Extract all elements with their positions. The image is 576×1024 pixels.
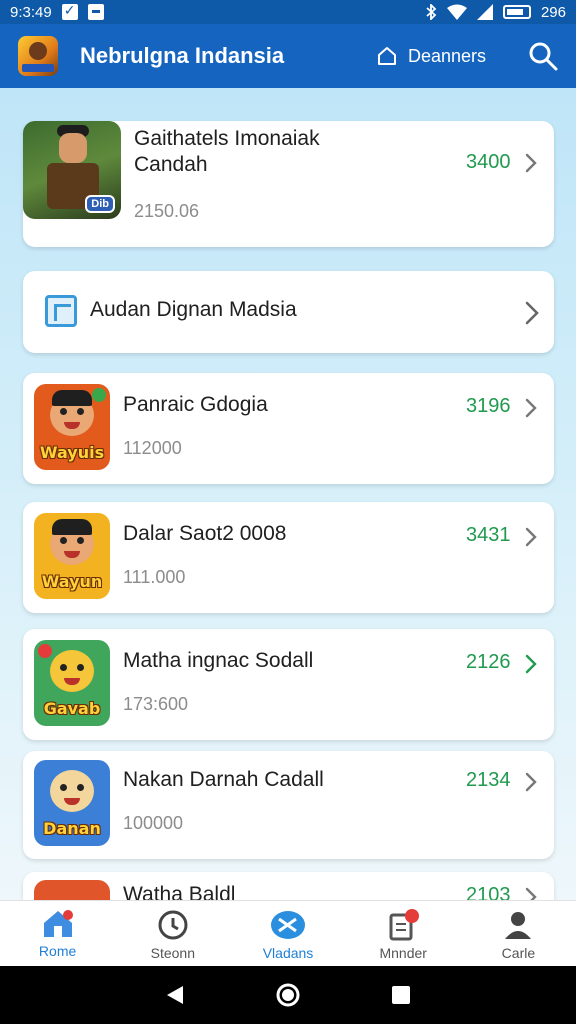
header-link[interactable]: Deanners (376, 45, 486, 67)
recents-icon[interactable] (391, 985, 411, 1005)
chevron-right-icon (525, 153, 537, 173)
thumbnail-label: Danan (43, 819, 101, 838)
list-item[interactable]: Gavab Matha ingnac Sodall 173:600 2126 (23, 629, 554, 740)
app-logo (18, 36, 58, 76)
nav-item-home[interactable]: Rome (0, 901, 115, 966)
game-thumbnail: Wayun (34, 513, 110, 599)
nav-label: Mnnder (379, 945, 427, 961)
item-subtitle: 173:600 (123, 694, 189, 714)
game-thumbnail: Danan (34, 760, 110, 846)
search-icon[interactable] (528, 41, 558, 71)
nav-label: Vladans (262, 945, 314, 961)
item-subtitle: 112000 (123, 438, 182, 458)
signal-icon (476, 4, 493, 20)
content-list[interactable]: Dib Gaithatels Imonaiak Candah 2150.06 3… (0, 88, 576, 900)
list-item[interactable]: Wayun Dalar Saot2 0008 111.000 3431 (23, 502, 554, 613)
game-thumbnail (34, 880, 110, 900)
list-item[interactable]: Danan Nakan Darnah Cadall 100000 2134 (23, 751, 554, 859)
window-icon (45, 295, 77, 327)
battery-icon (502, 5, 531, 19)
item-title: Dalar Saot2 0008 (123, 522, 287, 545)
nav-item-profile[interactable]: Carle (461, 901, 576, 966)
thumbnail-label: Wayun (41, 572, 103, 591)
game-thumbnail: Wayuis (34, 384, 110, 470)
banner-card[interactable]: Audan Dignan Madsia (23, 271, 554, 353)
chevron-right-icon (525, 887, 537, 900)
featured-subtitle: 2150.06 (134, 201, 200, 221)
nav-item-mnnder[interactable]: Mnnder (346, 901, 461, 966)
game-thumbnail: Gavab (34, 640, 110, 726)
item-title: Watha Baldl (123, 883, 236, 900)
item-title: Panraic Gdogia (123, 393, 268, 416)
minus-notification-icon (87, 4, 104, 20)
item-subtitle: 111.000 (123, 567, 186, 587)
featured-title: Gaithatels Imonaiak Candah (134, 127, 320, 176)
item-subtitle: 100000 (123, 813, 184, 833)
featured-badge: Dib (85, 195, 115, 213)
status-bar: 9:3:49 296 (0, 0, 576, 24)
chevron-right-icon (525, 527, 537, 547)
list-item[interactable]: Watha Baldl 2103 (23, 872, 554, 900)
app-bar: Nebrulgna Indansia Deanners (0, 24, 576, 88)
chevron-right-icon (525, 301, 539, 325)
header-link-label: Deanners (407, 45, 486, 66)
featured-card[interactable]: Dib Gaithatels Imonaiak Candah 2150.06 3… (23, 121, 554, 247)
nav-label: Steonn (150, 945, 195, 961)
featured-thumbnail: Dib (23, 121, 121, 219)
person-icon (505, 912, 532, 939)
chevron-right-icon (525, 654, 537, 674)
home-icon (43, 910, 73, 937)
explore-icon (271, 911, 305, 939)
nav-item-vladans[interactable]: Vladans (230, 901, 345, 966)
home-outline-icon (376, 45, 398, 67)
check-notification-icon (61, 2, 78, 20)
home-circle-icon[interactable] (275, 982, 301, 1008)
nav-label: Carle (501, 945, 536, 961)
clipboard-icon (389, 909, 420, 941)
item-value: 2126 (466, 651, 511, 673)
item-title: Matha ingnac Sodall (123, 649, 314, 672)
item-value: 3431 (466, 524, 511, 546)
chevron-right-icon (525, 398, 537, 418)
bottom-nav: Rome Steonn Vladans Mnnder Carle (0, 900, 576, 966)
wifi-icon (446, 4, 467, 20)
list-item[interactable]: Wayuis Panraic Gdogia 112000 3196 (23, 373, 554, 484)
nav-label: Rome (38, 943, 77, 959)
nav-item-search[interactable]: Steonn (115, 901, 230, 966)
item-value: 3196 (466, 395, 511, 417)
thumbnail-label: Wayuis (39, 443, 105, 462)
thumbnail-label: Gavab (43, 699, 101, 718)
system-nav-bar (0, 966, 576, 1024)
app-title: Nebrulgna Indansia (80, 43, 285, 68)
back-icon[interactable] (165, 984, 185, 1006)
bluetooth-icon (426, 4, 437, 20)
item-value: 2134 (466, 769, 511, 791)
chevron-right-icon (525, 772, 537, 792)
clock-icon (158, 910, 188, 940)
item-value: 2103 (466, 884, 511, 900)
banner-label: Audan Dignan Madsia (90, 298, 297, 321)
battery-level: 296 (540, 3, 566, 21)
featured-value: 3400 (466, 151, 511, 173)
status-time: 9:3:49 (10, 3, 52, 21)
item-title: Nakan Darnah Cadall (123, 768, 324, 791)
